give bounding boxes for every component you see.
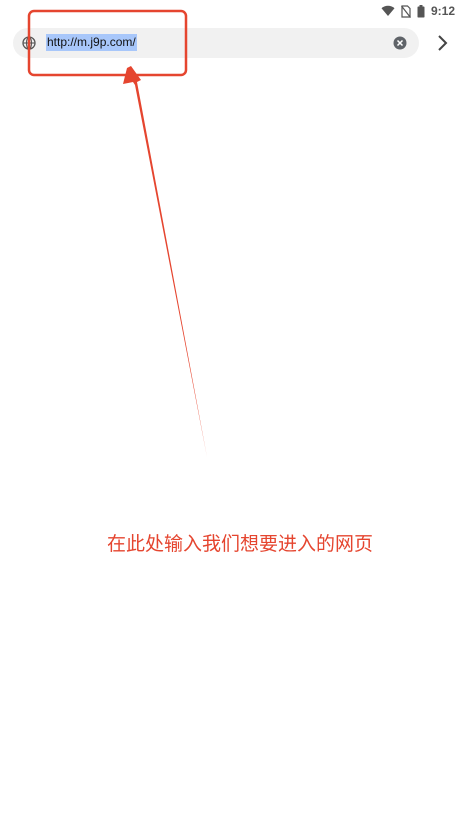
annotation-text: 在此处输入我们想要进入的网页 <box>107 533 374 555</box>
url-input[interactable]: http://m.j9p.com/ <box>46 34 137 51</box>
status-bar: 9:12 <box>0 0 461 22</box>
clear-icon[interactable] <box>393 36 407 50</box>
annotation-overlay <box>27 9 207 457</box>
wifi-icon <box>381 5 395 17</box>
globe-icon <box>22 36 36 50</box>
battery-icon <box>417 4 425 18</box>
status-time: 9:12 <box>430 4 455 18</box>
no-sim-icon <box>400 4 411 18</box>
chevron-right-icon[interactable] <box>436 33 450 53</box>
address-bar[interactable]: http://m.j9p.com/ <box>13 28 419 58</box>
annotation-arrow <box>123 66 207 457</box>
status-icons: 9:12 <box>381 2 455 20</box>
